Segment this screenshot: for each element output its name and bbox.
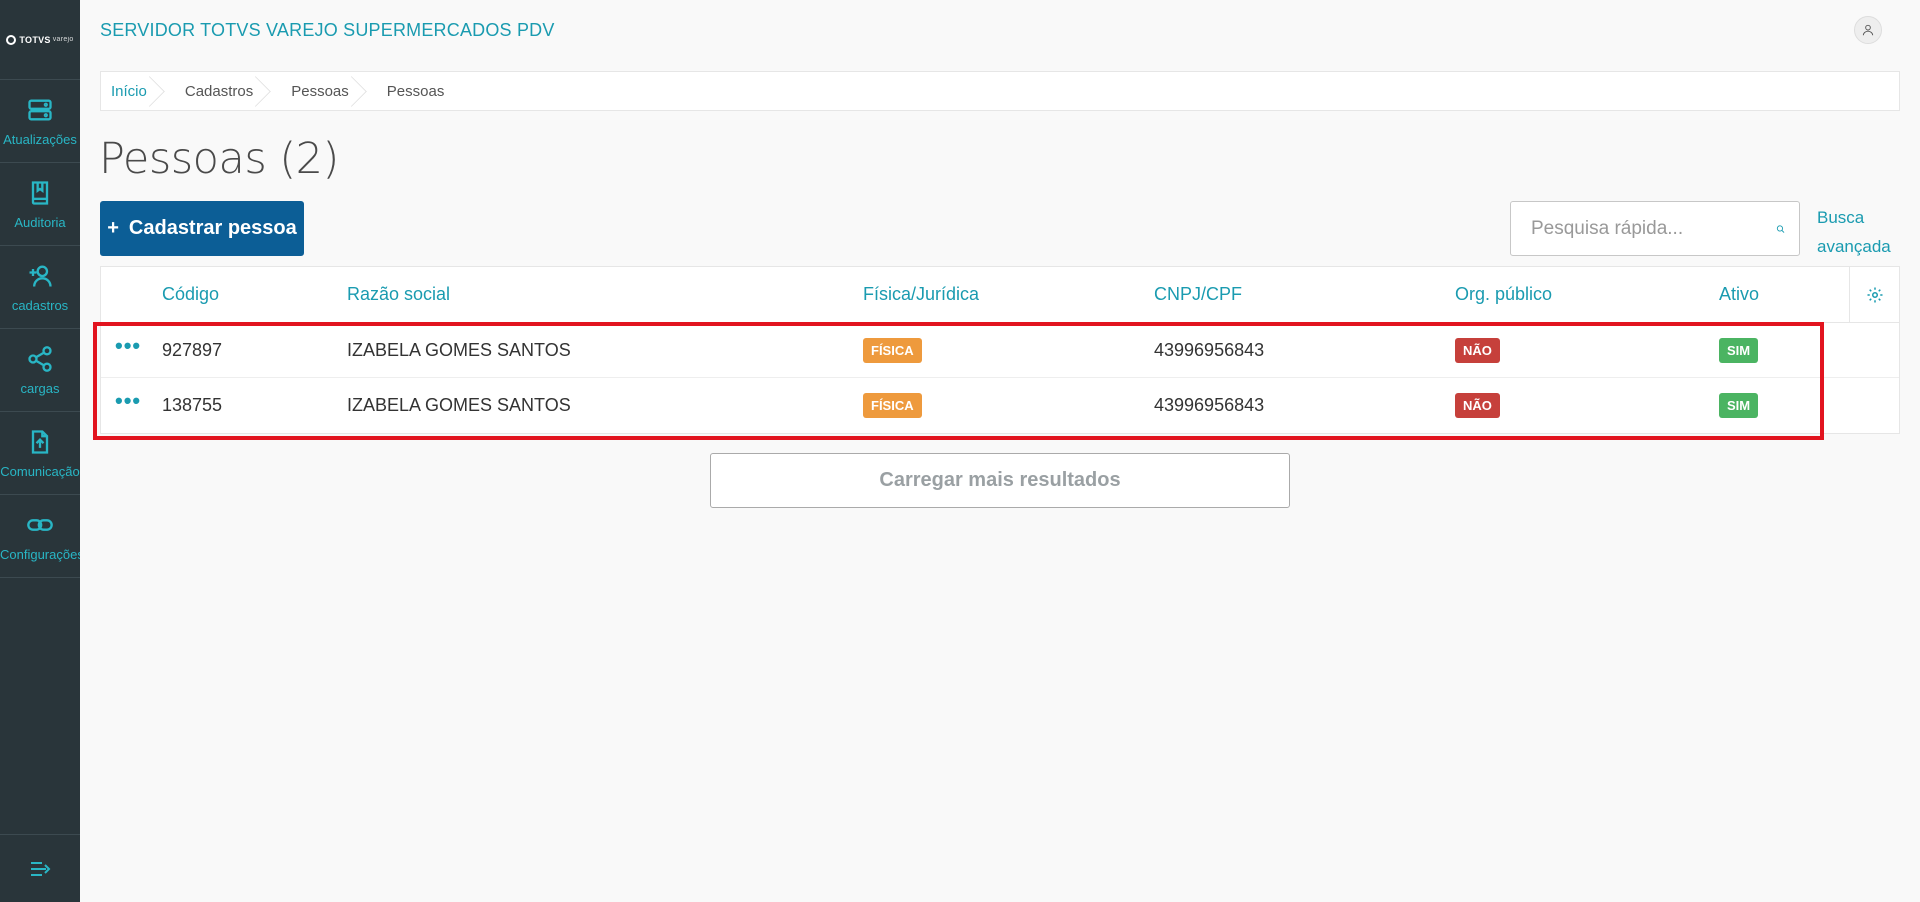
table-row[interactable]: ••• 138755 IZABELA GOMES SANTOS FÍSICA 4…: [101, 378, 1899, 433]
user-plus-icon: [29, 265, 52, 287]
sidebar-item-configuracoes[interactable]: Configurações: [0, 495, 80, 578]
add-person-button[interactable]: + Cadastrar pessoa: [100, 201, 304, 256]
ativo-badge: SIM: [1719, 338, 1759, 363]
org-publico-badge: NÃO: [1455, 393, 1500, 418]
collapse-menu-icon: [31, 861, 51, 876]
book-icon: [31, 180, 49, 205]
cell-cnpj-cpf: 43996956843: [1154, 395, 1265, 415]
server-title: SERVIDOR TOTVS VAREJO SUPERMERCADOS PDV: [100, 20, 555, 40]
share-icon: [28, 345, 52, 372]
breadcrumb-cadastros[interactable]: Cadastros: [167, 72, 273, 110]
server-icon: [28, 99, 52, 120]
column-header-cnpj-cpf[interactable]: CNPJ/CPF: [1154, 284, 1242, 305]
sidebar-item-comunicacao[interactable]: Comunicação: [0, 412, 80, 495]
logo-subtext: varejo: [52, 36, 74, 43]
cell-razao-social: IZABELA GOMES SANTOS: [347, 340, 571, 360]
sidebar-item-label: cargas: [20, 380, 60, 396]
breadcrumb: Início Cadastros Pessoas Pessoas: [100, 71, 1900, 111]
column-header-fisica-juridica[interactable]: Física/Jurídica: [863, 284, 979, 305]
table-settings-button[interactable]: [1849, 267, 1899, 323]
quick-search-input[interactable]: [1511, 202, 1776, 255]
advanced-search-label-2: avançada: [1817, 237, 1891, 256]
add-person-label: Cadastrar pessoa: [128, 217, 297, 239]
advanced-search-link[interactable]: Busca avançada: [1817, 203, 1891, 261]
sidebar-item-atualizacoes[interactable]: Atualizações: [0, 80, 80, 163]
row-actions-menu-icon[interactable]: •••: [115, 388, 141, 414]
table-row[interactable]: ••• 927897 IZABELA GOMES SANTOS FÍSICA 4…: [101, 323, 1899, 378]
tipo-badge: FÍSICA: [863, 338, 922, 363]
sidebar-collapse-button[interactable]: [0, 834, 80, 902]
page-title: Pessoas (2): [99, 134, 339, 184]
column-header-codigo[interactable]: Código: [162, 284, 219, 305]
sidebar-item-label: Atualizações: [3, 131, 77, 147]
table-header: Código Razão social Física/Jurídica CNPJ…: [101, 267, 1899, 323]
tipo-badge: FÍSICA: [863, 393, 922, 418]
cell-codigo: 927897: [162, 340, 223, 360]
logo-text: TOTVS: [19, 34, 51, 45]
column-header-org-publico[interactable]: Org. público: [1455, 284, 1552, 305]
cell-razao-social: IZABELA GOMES SANTOS: [347, 395, 571, 415]
sidebar-item-label: Auditoria: [14, 214, 66, 230]
user-icon: [1862, 24, 1874, 36]
column-header-razao-social[interactable]: Razão social: [347, 284, 450, 305]
quick-search: [1510, 201, 1800, 256]
upload-file-icon: [31, 429, 49, 454]
sidebar-item-label: Configurações: [0, 546, 80, 562]
user-avatar-button[interactable]: [1854, 16, 1882, 44]
sidebar-item-label: Comunicação: [0, 463, 80, 479]
sidebar-item-cadastros[interactable]: cadastros: [0, 246, 80, 329]
totvs-logo[interactable]: TOTVS varejo: [0, 0, 80, 80]
breadcrumb-inicio[interactable]: Início: [101, 72, 167, 110]
sidebar-item-auditoria[interactable]: Auditoria: [0, 163, 80, 246]
advanced-search-label-1: Busca: [1817, 208, 1865, 227]
logo-ring-icon: [6, 34, 17, 45]
gear-icon: [1867, 287, 1882, 303]
sidebar: TOTVS varejo Atualizações Auditoria cada…: [0, 0, 80, 902]
plus-icon: +: [107, 217, 119, 239]
link-icon: [27, 518, 53, 531]
sidebar-item-cargas[interactable]: cargas: [0, 329, 80, 412]
load-more-button[interactable]: Carregar mais resultados: [710, 453, 1290, 508]
column-header-ativo[interactable]: Ativo: [1719, 284, 1759, 305]
cell-codigo: 138755: [162, 395, 223, 415]
org-publico-badge: NÃO: [1455, 338, 1500, 363]
sidebar-item-label: cadastros: [11, 297, 69, 313]
search-icon[interactable]: [1776, 215, 1785, 243]
breadcrumb-pessoas[interactable]: Pessoas: [273, 72, 369, 110]
cell-cnpj-cpf: 43996956843: [1154, 340, 1265, 360]
breadcrumb-current: Pessoas: [386, 82, 445, 100]
people-table: Código Razão social Física/Jurídica CNPJ…: [100, 266, 1900, 434]
ativo-badge: SIM: [1719, 393, 1759, 418]
row-actions-menu-icon[interactable]: •••: [115, 333, 141, 359]
